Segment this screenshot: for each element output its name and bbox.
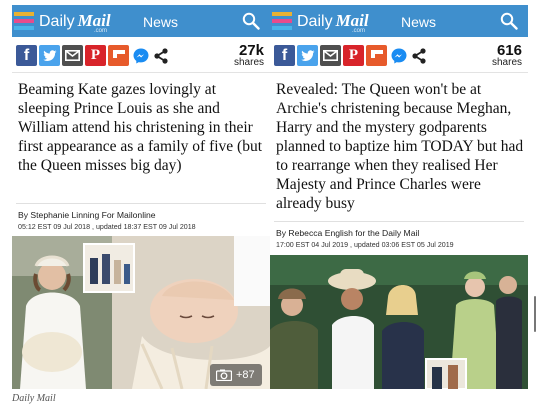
share-count-label: shares [233, 57, 264, 68]
twitter-share-button[interactable] [39, 45, 60, 66]
article-dateline: 05:12 EST 09 Jul 2018 , updated 18:37 ES… [18, 223, 196, 231]
article-headline[interactable]: Beaming Kate gazes lovingly at sleeping … [18, 80, 266, 175]
image-credit: Daily Mail [12, 393, 56, 404]
twitter-share-button[interactable] [297, 45, 318, 66]
hamburger-menu-icon[interactable] [14, 10, 34, 32]
share-button[interactable] [150, 45, 171, 66]
article-byline[interactable]: By Stephanie Linning For Mailonline [18, 210, 268, 221]
app-header: Daily Mail .com News [270, 5, 528, 37]
search-icon[interactable] [500, 12, 518, 30]
email-icon [323, 50, 338, 61]
article-photo[interactable] [270, 255, 528, 389]
twitter-icon [300, 49, 314, 61]
app-header: Daily Mail .com News [12, 5, 270, 37]
wimbledon-photo-illustration [270, 255, 528, 389]
brand-name-part1: Daily [297, 13, 333, 30]
flipboard-icon [370, 49, 383, 58]
email-share-button[interactable] [320, 45, 341, 66]
share-icon [411, 47, 426, 64]
divider [274, 221, 524, 222]
search-icon[interactable] [242, 12, 260, 30]
section-label[interactable]: News [143, 14, 178, 30]
share-bar: f P 616 shares [270, 37, 528, 73]
article-dateline: 17:00 EST 04 Jul 2019 , updated 03:06 ES… [276, 241, 454, 249]
article-headline[interactable]: Revealed: The Queen won't be at Archie's… [276, 80, 524, 213]
brand-sub: .com [352, 28, 366, 34]
facebook-share-button[interactable]: f [274, 45, 295, 66]
camera-icon [216, 369, 232, 381]
share-icon [153, 47, 168, 64]
pinterest-share-button[interactable]: P [85, 45, 106, 66]
share-count-number: 616 [496, 42, 522, 59]
flipboard-icon [112, 49, 125, 58]
flipboard-share-button[interactable] [366, 45, 387, 66]
gallery-count: +87 [236, 369, 255, 381]
pinterest-icon: P [348, 47, 359, 63]
article-byline[interactable]: By Rebecca English for the Daily Mail [276, 228, 526, 239]
messenger-share-button[interactable] [388, 45, 409, 66]
share-count-number: 27k [238, 42, 264, 59]
share-bar: f P 27k shares [12, 37, 270, 73]
pinterest-share-button[interactable]: P [343, 45, 364, 66]
hamburger-menu-icon[interactable] [272, 10, 292, 32]
share-count: 27k shares [233, 42, 264, 68]
brand-name-part1: Daily [39, 13, 75, 30]
messenger-share-button[interactable] [130, 45, 151, 66]
messenger-icon [391, 48, 406, 63]
share-button[interactable] [408, 45, 429, 66]
share-count: 616 shares [491, 42, 522, 68]
section-label[interactable]: News [401, 14, 436, 30]
divider [16, 203, 266, 204]
photo-gallery-button[interactable]: +87 [210, 364, 262, 386]
flipboard-share-button[interactable] [108, 45, 129, 66]
facebook-share-button[interactable]: f [16, 45, 37, 66]
article-card-right: Daily Mail .com News f P 616 shares Reve… [270, 5, 528, 389]
email-share-button[interactable] [62, 45, 83, 66]
share-count-label: shares [491, 57, 522, 68]
article-card-left: Daily Mail .com News f P 27k shares Beam… [12, 5, 270, 389]
brand-sub: .com [94, 28, 108, 34]
messenger-icon [133, 48, 148, 63]
twitter-icon [42, 49, 56, 61]
email-icon [65, 50, 80, 61]
scrollbar[interactable] [534, 296, 536, 332]
pinterest-icon: P [90, 47, 101, 63]
